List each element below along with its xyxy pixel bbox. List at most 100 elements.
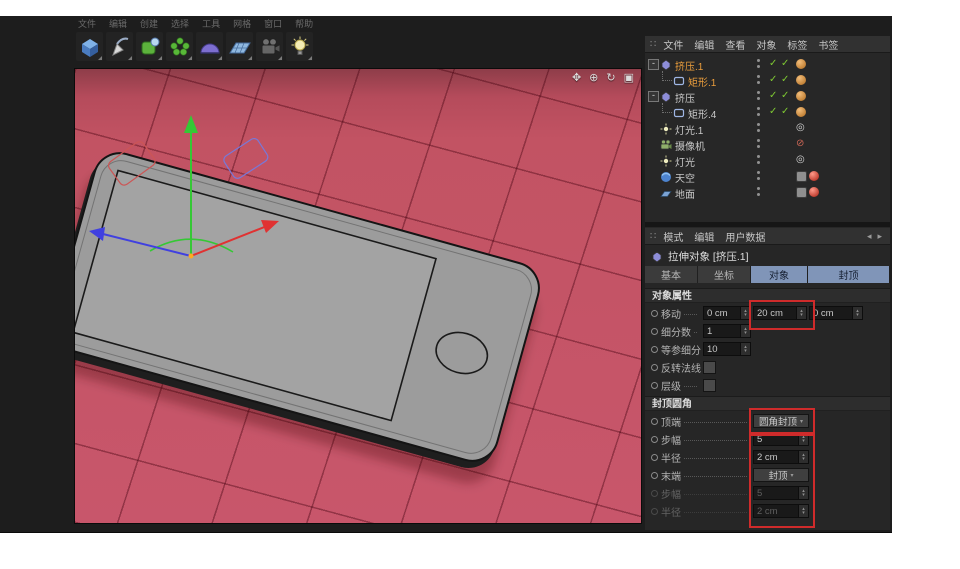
keyframe-circle[interactable]	[651, 472, 658, 479]
phong-tag-icon[interactable]	[796, 107, 806, 117]
enable-check-icon[interactable]: ✓	[769, 90, 777, 102]
visibility-dots[interactable]	[757, 59, 760, 71]
object-label[interactable]: 摄像机	[675, 138, 705, 153]
visibility-dots[interactable]	[757, 139, 760, 151]
compositing-tag-icon[interactable]	[796, 171, 807, 182]
tree-row-light-1[interactable]: 灯光.1 ◎	[645, 120, 890, 136]
movement-x-field[interactable]: 0 cm▴▾	[703, 306, 751, 320]
object-label[interactable]: 矩形.1	[688, 74, 716, 89]
grip-icon[interactable]: ∷	[650, 231, 656, 242]
object-label[interactable]: 天空	[675, 170, 695, 185]
maximize-view-icon[interactable]: ▣	[624, 72, 634, 84]
keyframe-circle[interactable]	[651, 454, 658, 461]
om-menu-object[interactable]: 对象	[756, 37, 776, 52]
enable-check-icon[interactable]: ✓	[769, 58, 777, 70]
compositing-tag-icon[interactable]	[796, 187, 807, 198]
visibility-dots[interactable]	[757, 123, 760, 135]
tree-row-extrude-1[interactable]: - 挤压.1 ✓ ✓	[645, 56, 890, 72]
spinner-icon[interactable]: ▴▾	[852, 307, 862, 319]
visibility-dots[interactable]	[757, 171, 760, 183]
target-tag-icon[interactable]: ◎	[796, 155, 806, 165]
am-menu-edit[interactable]: 编辑	[694, 229, 714, 244]
object-label[interactable]: 矩形.4	[688, 106, 716, 121]
pan-view-icon[interactable]: ✥	[572, 72, 581, 84]
floor-environment-tool-icon[interactable]	[226, 32, 253, 61]
render-check-icon[interactable]: ✓	[781, 58, 789, 70]
object-label[interactable]: 灯光.1	[675, 122, 703, 137]
tree-row-light[interactable]: 灯光 ◎	[645, 152, 890, 168]
object-label[interactable]: 灯光	[675, 154, 695, 169]
deformer-tool-icon[interactable]	[196, 32, 223, 61]
grip-icon[interactable]: ∷	[650, 39, 656, 50]
3d-viewport[interactable]: ✥ ⊕ ↻ ▣	[74, 68, 642, 524]
keyframe-circle[interactable]	[651, 436, 658, 443]
section-header-object-properties[interactable]: 对象属性	[645, 288, 890, 303]
spline-rectangle-blue[interactable]	[222, 137, 270, 181]
phong-tag-icon[interactable]	[796, 75, 806, 85]
3d-scene[interactable]	[75, 69, 641, 523]
section-header-caps[interactable]: 封顶圆角	[645, 396, 890, 411]
tab-object[interactable]: 对象	[751, 266, 808, 283]
keyframe-circle[interactable]	[651, 418, 658, 425]
menu-file[interactable]: 文件	[78, 17, 96, 30]
tree-row-rectangle-4[interactable]: 矩形.4 ✓ ✓	[645, 104, 890, 120]
spinner-icon[interactable]: ▴▾	[740, 325, 750, 337]
tab-coordinates[interactable]: 坐标	[698, 266, 751, 283]
keyframe-circle[interactable]	[651, 310, 658, 317]
render-check-icon[interactable]: ✓	[781, 106, 789, 118]
protection-tag-icon[interactable]: ⊘	[796, 139, 806, 149]
om-menu-edit[interactable]: 编辑	[694, 37, 714, 52]
spline-pen-tool-icon[interactable]	[106, 32, 133, 61]
visibility-dots[interactable]	[757, 75, 760, 87]
tree-row-floor[interactable]: 地面	[645, 184, 890, 200]
tree-row-rectangle-1[interactable]: 矩形.1 ✓ ✓	[645, 72, 890, 88]
movement-z-field[interactable]: 0 cm▴▾	[809, 306, 863, 320]
visibility-dots[interactable]	[757, 155, 760, 167]
movement-y-field[interactable]: 20 cm▴▾	[753, 306, 807, 320]
target-tag-icon[interactable]: ◎	[796, 123, 806, 133]
am-menu-userdata[interactable]: 用户数据	[725, 229, 765, 244]
expand-toggle-icon[interactable]: -	[648, 91, 659, 102]
menu-tools[interactable]: 工具	[202, 17, 220, 30]
tab-basic[interactable]: 基本	[645, 266, 698, 283]
visibility-dots[interactable]	[757, 187, 760, 199]
history-back-icon[interactable]: ◂	[867, 231, 872, 242]
am-menu-mode[interactable]: 模式	[663, 229, 683, 244]
tree-row-camera[interactable]: 摄像机 ⊘	[645, 136, 890, 152]
start-steps-field[interactable]: 5▴▾	[753, 432, 809, 446]
history-forward-icon[interactable]: ▸	[877, 231, 882, 242]
keyframe-circle[interactable]	[651, 490, 658, 497]
enable-check-icon[interactable]: ✓	[769, 74, 777, 86]
keyframe-circle[interactable]	[651, 328, 658, 335]
render-check-icon[interactable]: ✓	[781, 90, 789, 102]
material-tag-icon[interactable]	[809, 171, 819, 181]
expand-toggle-icon[interactable]: -	[648, 59, 659, 70]
object-label[interactable]: 挤压	[675, 90, 695, 105]
flip-normals-checkbox[interactable]	[703, 361, 716, 374]
visibility-dots[interactable]	[757, 91, 760, 103]
enable-check-icon[interactable]: ✓	[769, 106, 777, 118]
keyframe-circle[interactable]	[651, 508, 658, 515]
om-menu-tags[interactable]: 标签	[787, 37, 807, 52]
menu-window[interactable]: 窗口	[264, 17, 282, 30]
tree-row-extrude[interactable]: - 挤压 ✓ ✓	[645, 88, 890, 104]
spinner-icon[interactable]: ▴▾	[798, 505, 808, 517]
spinner-icon[interactable]: ▴▾	[796, 307, 806, 319]
menu-help[interactable]: 帮助	[295, 17, 313, 30]
menu-mesh[interactable]: 网格	[233, 17, 251, 30]
camera-tool-icon[interactable]	[256, 32, 283, 61]
keyframe-circle[interactable]	[651, 364, 658, 371]
cube-primitive-tool-icon[interactable]	[76, 32, 103, 61]
end-cap-dropdown[interactable]: 封顶▾	[753, 468, 809, 482]
start-cap-dropdown[interactable]: 圆角封顶▾	[753, 414, 809, 428]
object-label[interactable]: 挤压.1	[675, 58, 703, 73]
spinner-icon[interactable]: ▴▾	[798, 487, 808, 499]
om-menu-view[interactable]: 查看	[725, 37, 745, 52]
end-radius-field[interactable]: 2 cm▴▾	[753, 504, 809, 518]
spinner-icon[interactable]: ▴▾	[798, 433, 808, 445]
visibility-dots[interactable]	[757, 107, 760, 119]
spinner-icon[interactable]: ▴▾	[740, 307, 750, 319]
material-tag-icon[interactable]	[809, 187, 819, 197]
tree-row-sky[interactable]: 天空	[645, 168, 890, 184]
hierarchy-checkbox[interactable]	[703, 379, 716, 392]
